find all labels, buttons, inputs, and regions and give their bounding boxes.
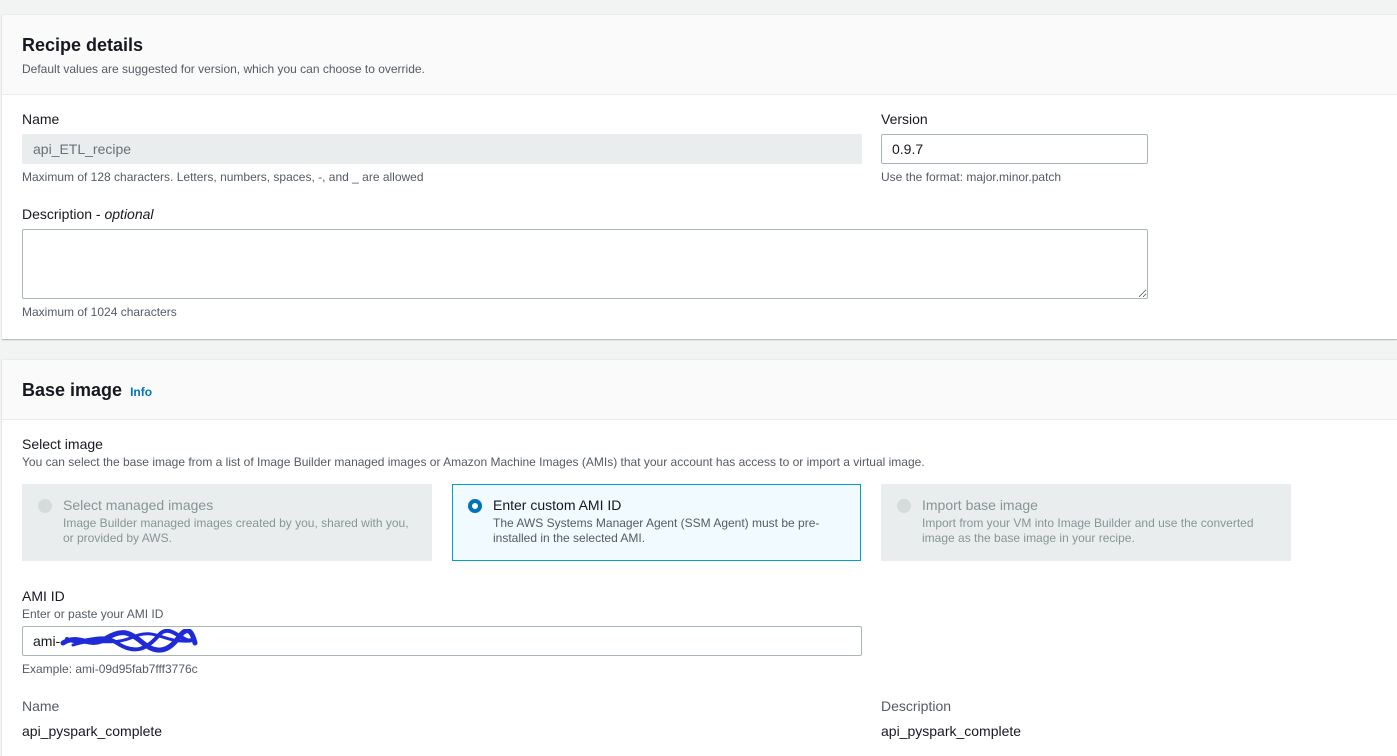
image-description-value: api_pyspark_complete [881, 723, 1022, 739]
recipe-details-subtitle: Default values are suggested for version… [22, 62, 425, 76]
radio-managed-images[interactable] [38, 499, 52, 513]
image-name-label: Name [22, 698, 60, 714]
ami-id-input[interactable]: ami- [22, 626, 862, 656]
description-label-text: Description [22, 206, 93, 222]
recipe-details-title: Recipe details [22, 35, 144, 55]
page: Recipe details Default values are sugges… [0, 0, 1397, 756]
ami-id-hint: Enter or paste your AMI ID [22, 607, 164, 621]
redaction-scribble-icon [60, 629, 198, 653]
tile-enter-custom-ami[interactable]: Enter custom AMI ID The AWS Systems Mana… [452, 484, 861, 561]
image-description-label: Description [881, 698, 952, 714]
description-hint: Maximum of 1024 characters [22, 305, 177, 319]
base-image-header: Base image Info [2, 360, 1397, 420]
description-label-separator: - [92, 206, 105, 222]
ami-id-prefix: ami- [33, 633, 61, 649]
base-image-title: Base image [22, 380, 123, 400]
tile-import-base-image[interactable]: Import base image Import from your VM in… [881, 484, 1291, 561]
select-image-hint: You can select the base image from a lis… [22, 455, 925, 469]
tile-title: Select managed images [63, 497, 214, 513]
description-optional: optional [104, 206, 154, 222]
description-textarea[interactable] [22, 229, 1148, 299]
name-hint: Maximum of 128 characters. Letters, numb… [22, 170, 424, 184]
version-label: Version [881, 111, 928, 127]
tile-description: The AWS Systems Manager Agent (SSM Agent… [493, 516, 820, 545]
tile-description: Image Builder managed images created by … [63, 516, 409, 545]
description-label: Description - optional [22, 206, 154, 222]
version-hint: Use the format: major.minor.patch [881, 170, 1062, 184]
version-input[interactable]: 0.9.7 [881, 134, 1148, 164]
tile-title: Import base image [922, 497, 1038, 513]
name-label: Name [22, 111, 60, 127]
radio-import-base-image[interactable] [897, 499, 911, 513]
select-image-label: Select image [22, 436, 103, 452]
top-strip [0, 0, 1397, 14]
base-image-info-link[interactable]: Info [130, 385, 152, 399]
ami-id-label: AMI ID [22, 588, 65, 604]
radio-custom-ami[interactable] [468, 499, 482, 513]
tile-title: Enter custom AMI ID [493, 497, 622, 513]
ami-id-example: Example: ami-09d95fab7fff3776c [22, 662, 198, 676]
tile-description: Import from your VM into Image Builder a… [922, 516, 1254, 545]
recipe-details-header: Recipe details Default values are sugges… [2, 15, 1397, 95]
image-name-value: api_pyspark_complete [22, 723, 163, 739]
name-input[interactable]: api_ETL_recipe [22, 134, 862, 164]
tile-select-managed-images[interactable]: Select managed images Image Builder mana… [22, 484, 432, 561]
